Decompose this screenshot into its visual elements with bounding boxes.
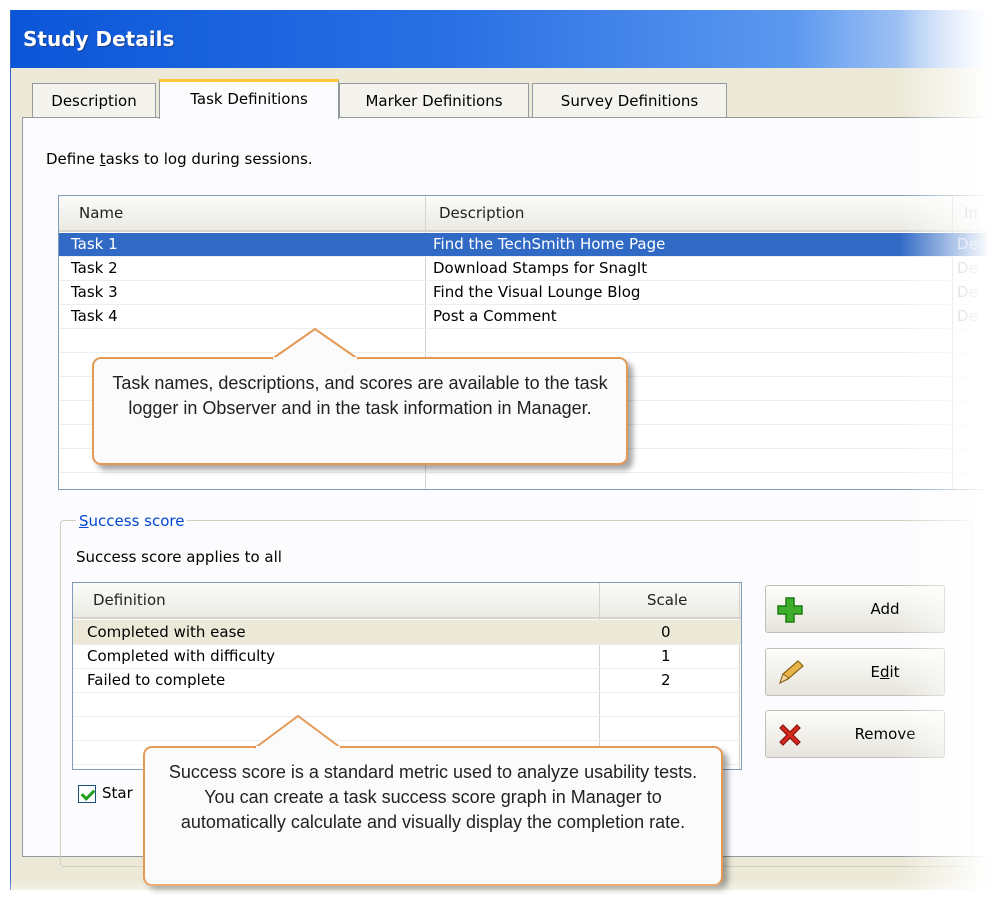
table-row[interactable]: Task 2 Download Stamps for SnagIt De xyxy=(59,257,989,281)
callout-tasks: Task names, descriptions, and scores are… xyxy=(92,357,628,465)
plus-icon xyxy=(777,597,803,623)
success-score-list[interactable]: Definition Scale Completed with ease 0 C… xyxy=(72,582,742,770)
column-header-name[interactable]: Name xyxy=(79,204,123,222)
callout-score-pointer xyxy=(254,714,342,749)
tab-description[interactable]: Description xyxy=(32,83,156,117)
table-row-empty xyxy=(73,716,741,741)
title-bar[interactable]: Study Details xyxy=(11,10,989,68)
callout-tasks-pointer xyxy=(271,327,359,360)
table-row[interactable]: Failed to complete 2 xyxy=(73,668,741,693)
add-button[interactable]: Add xyxy=(765,585,945,633)
table-row[interactable]: Completed with ease 0 xyxy=(73,620,741,645)
success-score-group-label: Success score xyxy=(76,512,188,530)
checkbox-label[interactable]: Star xyxy=(102,784,133,802)
table-row-empty xyxy=(59,329,989,353)
table-row[interactable]: Completed with difficulty 1 xyxy=(73,644,741,669)
edit-button[interactable]: Edit xyxy=(765,648,945,696)
pencil-icon xyxy=(778,660,804,685)
success-score-applies-text: Success score applies to all xyxy=(76,548,282,566)
red-x-icon xyxy=(779,724,801,746)
column-header-description[interactable]: Description xyxy=(439,204,524,222)
standard-checkbox[interactable] xyxy=(78,785,96,803)
table-row[interactable]: Task 4 Post a Comment De xyxy=(59,305,989,329)
table-row[interactable]: Task 3 Find the Visual Lounge Blog De xyxy=(59,281,989,305)
success-score-header: Definition Scale xyxy=(73,583,741,619)
callout-success-score: Success score is a standard metric used … xyxy=(143,746,723,886)
column-header-scale[interactable]: Scale xyxy=(647,591,687,609)
column-header-third[interactable]: In xyxy=(964,204,978,222)
instruction-text: Define tasks to log during sessions. xyxy=(46,150,313,168)
tab-survey-definitions[interactable]: Survey Definitions xyxy=(532,83,727,117)
task-list-header: Name Description In xyxy=(59,196,989,232)
tab-marker-definitions[interactable]: Marker Definitions xyxy=(339,83,529,117)
table-row-empty xyxy=(73,692,741,717)
window-title: Study Details xyxy=(23,27,175,51)
remove-button[interactable]: Remove xyxy=(765,710,945,758)
table-row[interactable]: Task 1 Find the TechSmith Home Page De xyxy=(59,233,989,257)
tab-task-definitions[interactable]: Task Definitions xyxy=(159,79,339,119)
column-header-definition[interactable]: Definition xyxy=(93,591,166,609)
